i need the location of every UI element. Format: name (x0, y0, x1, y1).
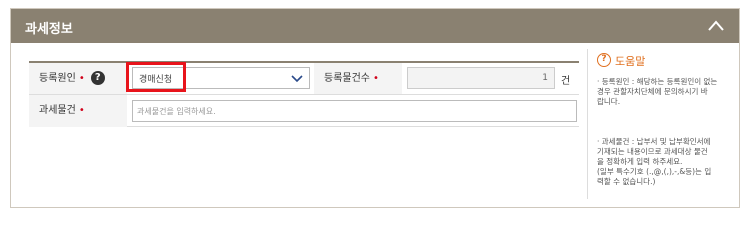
registration-reason-label-cell: 등록원인 •? (29, 63, 127, 94)
taxable-item-input[interactable] (132, 100, 577, 122)
form-row-registration: 등록원인•? 경매신청 등록물건수• 건 (29, 62, 579, 95)
taxable-item-label: 과세물건 (39, 105, 76, 116)
tax-form-table: 등록원인•? 경매신청 등록물건수• 건 과세물건• (29, 61, 579, 127)
registration-reason-select[interactable]: 경매신청 (132, 67, 310, 89)
form-row-taxable-item: 과세물건 • (29, 95, 579, 127)
item-count-unit: 건 (561, 76, 571, 87)
item-count-label: 등록물건수 (324, 73, 370, 84)
chevron-up-icon[interactable] (707, 18, 725, 34)
divider (587, 49, 588, 199)
panel-title: 과세정보 (25, 22, 73, 37)
chevron-down-icon (291, 75, 303, 83)
required-mark: • (78, 73, 85, 84)
help-icon[interactable]: ? (90, 71, 105, 85)
tax-info-panel: 과세정보 등록원인•? 경매신청 등록물건수• 건 과세물 (10, 8, 740, 208)
registration-reason-label: 등록원인 (39, 73, 76, 84)
help-text-taxable-item: · 과세물건 : 납부서 및 납부확인서에 기재되는 내용이므로 과세대상 물건… (597, 137, 712, 186)
registration-reason-value: 경매신청 (139, 75, 173, 85)
panel-header: 과세정보 (11, 9, 739, 43)
item-count-label-cell: 등록물건수 • (314, 63, 402, 94)
item-count-input[interactable] (407, 67, 555, 89)
taxable-item-label-cell: 과세물건 • (29, 95, 127, 127)
help-title-text: 도움말 (615, 55, 646, 68)
help-text-registration: · 등록원인 : 해당하는 등록원인이 없는 경우 관할자치단체에 문의하시기 … (597, 77, 718, 106)
required-mark: • (78, 105, 85, 116)
required-mark: • (373, 73, 379, 84)
question-circle-icon: ? (597, 53, 611, 67)
